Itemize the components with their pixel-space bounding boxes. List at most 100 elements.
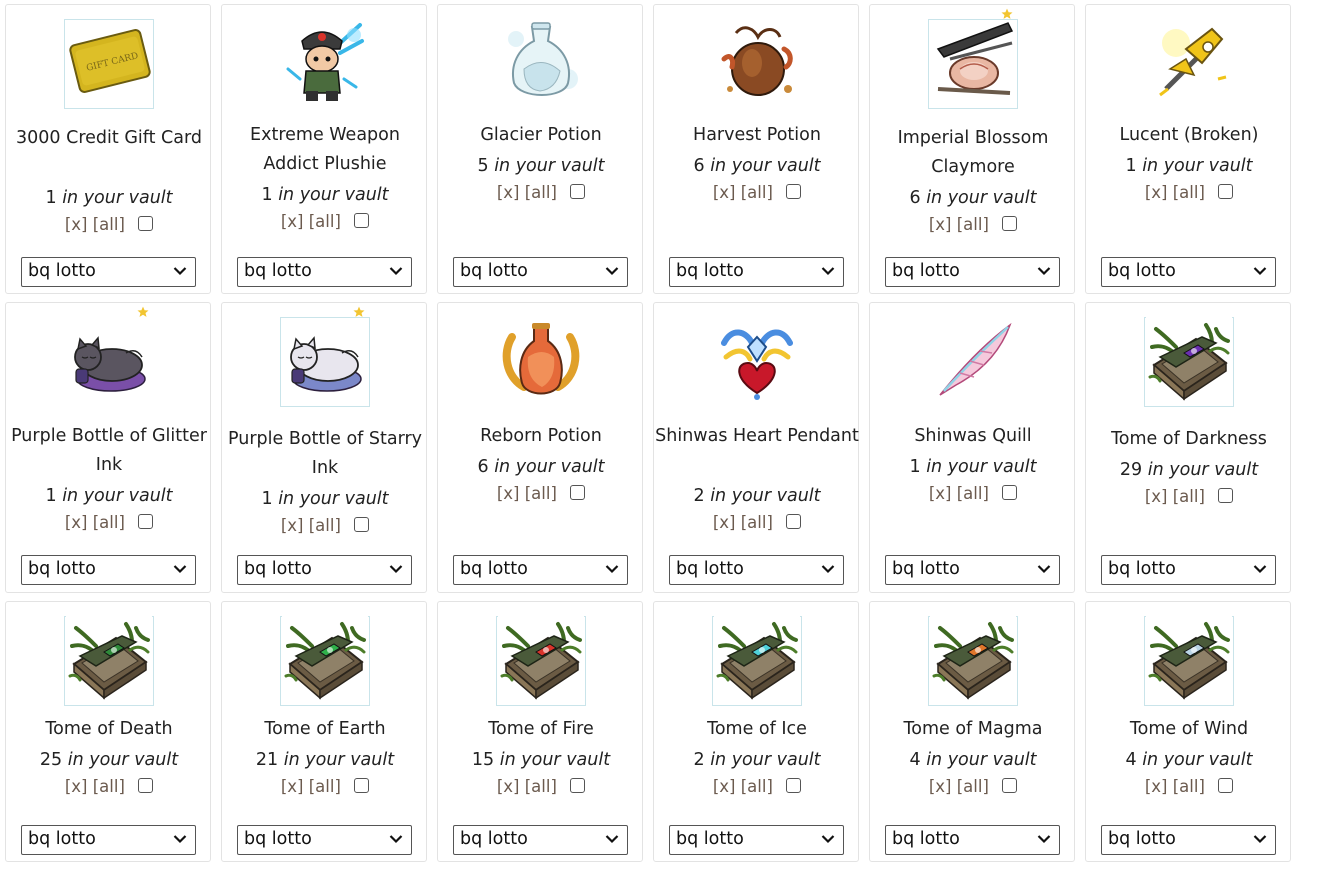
tome-death-icon	[66, 616, 152, 706]
item-vault-count: 4 in your vault	[870, 750, 1076, 770]
remove-all-link[interactable]: [all]	[93, 513, 125, 532]
remove-one-link[interactable]: [x]	[929, 215, 952, 234]
item-actions: [x] [all]	[438, 777, 644, 796]
remove-all-link[interactable]: [all]	[309, 777, 341, 796]
remove-all-link[interactable]: [all]	[525, 183, 557, 202]
remove-all-link[interactable]: [all]	[957, 484, 989, 503]
item-image[interactable]	[1144, 19, 1234, 109]
remove-one-link[interactable]: [x]	[1145, 183, 1168, 202]
remove-one-link[interactable]: [x]	[929, 777, 952, 796]
select-checkbox[interactable]	[570, 485, 586, 500]
remove-one-link[interactable]: [x]	[713, 183, 736, 202]
destination-select[interactable]: bq lotto	[1101, 825, 1276, 855]
remove-all-link[interactable]: [all]	[309, 516, 341, 535]
destination-select[interactable]: bq lotto	[453, 825, 628, 855]
select-checkbox[interactable]	[570, 184, 586, 199]
remove-one-link[interactable]: [x]	[713, 777, 736, 796]
vault-count-label: in your vault	[494, 457, 605, 477]
remove-one-link[interactable]: [x]	[281, 212, 304, 231]
item-image[interactable]	[928, 616, 1018, 706]
select-checkbox[interactable]	[1218, 184, 1234, 199]
item-image[interactable]	[496, 616, 586, 706]
destination-select[interactable]: bq lotto	[237, 555, 412, 585]
remove-one-link[interactable]: [x]	[1145, 487, 1168, 506]
item-image[interactable]	[928, 19, 1018, 109]
select-checkbox[interactable]	[786, 778, 802, 793]
destination-select[interactable]: bq lotto	[21, 825, 196, 855]
remove-all-link[interactable]: [all]	[1173, 183, 1205, 202]
destination-select[interactable]: bq lotto	[237, 825, 412, 855]
item-card: Purple Bottle of Glitter Ink 1 in your v…	[5, 302, 211, 593]
item-image[interactable]	[496, 19, 586, 109]
remove-all-link[interactable]: [all]	[741, 513, 773, 532]
remove-one-link[interactable]: [x]	[281, 516, 304, 535]
select-checkbox[interactable]	[1002, 778, 1018, 793]
destination-select[interactable]: bq lotto	[1101, 555, 1276, 585]
select-checkbox[interactable]	[354, 778, 370, 793]
select-checkbox[interactable]	[138, 514, 154, 529]
item-image[interactable]	[1144, 616, 1234, 706]
remove-one-link[interactable]: [x]	[1145, 777, 1168, 796]
select-checkbox[interactable]	[138, 216, 154, 231]
remove-one-link[interactable]: [x]	[65, 215, 88, 234]
remove-one-link[interactable]: [x]	[497, 484, 520, 503]
select-checkbox[interactable]	[1002, 216, 1018, 231]
item-image[interactable]	[712, 616, 802, 706]
item-image[interactable]	[496, 317, 586, 407]
remove-one-link[interactable]: [x]	[929, 484, 952, 503]
item-image[interactable]	[712, 317, 802, 407]
remove-all-link[interactable]: [all]	[957, 777, 989, 796]
item-image[interactable]	[64, 317, 154, 407]
remove-one-link[interactable]: [x]	[281, 777, 304, 796]
destination-select[interactable]: bq lotto	[237, 257, 412, 287]
destination-select[interactable]: bq lotto	[885, 825, 1060, 855]
remove-one-link[interactable]: [x]	[65, 513, 88, 532]
destination-select[interactable]: bq lotto	[885, 257, 1060, 287]
select-checkbox[interactable]	[570, 778, 586, 793]
vault-count-label: in your vault	[1142, 750, 1253, 770]
destination-select[interactable]: bq lotto	[669, 257, 844, 287]
remove-all-link[interactable]: [all]	[1173, 777, 1205, 796]
item-actions: [x] [all]	[438, 183, 644, 202]
chevron-down-icon	[1253, 835, 1267, 844]
item-image[interactable]: GIFT CARD	[64, 19, 154, 109]
remove-all-link[interactable]: [all]	[93, 777, 125, 796]
remove-all-link[interactable]: [all]	[741, 183, 773, 202]
remove-all-link[interactable]: [all]	[1173, 487, 1205, 506]
remove-one-link[interactable]: [x]	[713, 513, 736, 532]
remove-one-link[interactable]: [x]	[497, 183, 520, 202]
item-image[interactable]	[1144, 317, 1234, 407]
remove-all-link[interactable]: [all]	[525, 777, 557, 796]
item-image[interactable]	[64, 616, 154, 706]
item-vault-count: 6 in your vault	[438, 457, 644, 477]
destination-select[interactable]: bq lotto	[669, 555, 844, 585]
select-checkbox[interactable]	[786, 514, 802, 529]
item-image[interactable]	[280, 616, 370, 706]
destination-select[interactable]: bq lotto	[453, 555, 628, 585]
remove-all-link[interactable]: [all]	[957, 215, 989, 234]
select-checkbox[interactable]	[138, 778, 154, 793]
select-checkbox[interactable]	[1218, 488, 1234, 503]
destination-select[interactable]: bq lotto	[453, 257, 628, 287]
destination-select[interactable]: bq lotto	[21, 257, 196, 287]
select-checkbox[interactable]	[1002, 485, 1018, 500]
select-checkbox[interactable]	[354, 213, 370, 228]
select-checkbox[interactable]	[354, 517, 370, 532]
item-name: Purple Bottle of Starry Ink	[227, 429, 423, 478]
destination-select[interactable]: bq lotto	[669, 825, 844, 855]
item-image[interactable]	[928, 317, 1018, 407]
remove-all-link[interactable]: [all]	[93, 215, 125, 234]
select-checkbox[interactable]	[786, 184, 802, 199]
destination-select[interactable]: bq lotto	[885, 555, 1060, 585]
select-checkbox[interactable]	[1218, 778, 1234, 793]
remove-all-link[interactable]: [all]	[741, 777, 773, 796]
remove-one-link[interactable]: [x]	[497, 777, 520, 796]
item-image[interactable]	[280, 317, 370, 407]
item-image[interactable]	[712, 19, 802, 109]
destination-select[interactable]: bq lotto	[21, 555, 196, 585]
remove-all-link[interactable]: [all]	[309, 212, 341, 231]
item-image[interactable]	[280, 19, 370, 109]
destination-select[interactable]: bq lotto	[1101, 257, 1276, 287]
remove-one-link[interactable]: [x]	[65, 777, 88, 796]
remove-all-link[interactable]: [all]	[525, 484, 557, 503]
